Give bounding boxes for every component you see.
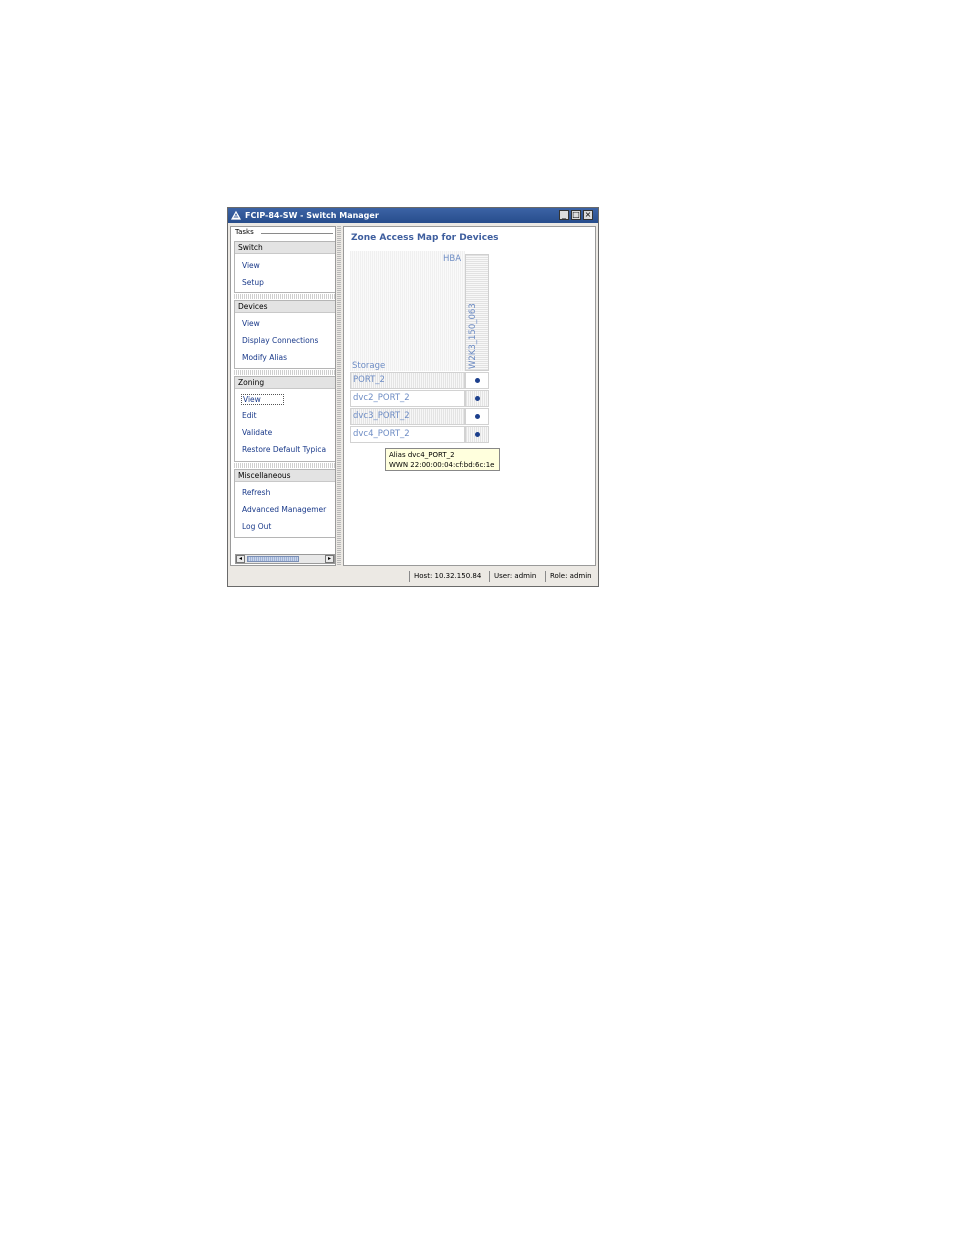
- storage-row-label[interactable]: dvc3_PORT_2: [350, 408, 465, 425]
- task-group-zoning: Zoning View Edit Validate Restore Defaul…: [234, 376, 335, 462]
- map-header-area: [350, 251, 465, 371]
- task-group-header-zoning[interactable]: Zoning: [235, 377, 335, 389]
- close-button[interactable]: ×: [583, 210, 593, 220]
- task-refresh[interactable]: Refresh: [242, 488, 270, 497]
- scroll-left-arrow-icon[interactable]: ◂: [236, 555, 245, 563]
- task-switch-view[interactable]: View: [242, 261, 260, 270]
- status-divider: [489, 571, 490, 582]
- hba-axis-label: HBA: [443, 254, 462, 264]
- status-role: Role: admin: [550, 572, 592, 580]
- title-bar[interactable]: FCIP-84-SW - Switch Manager _ □ ×: [228, 208, 598, 223]
- access-cell[interactable]: [465, 408, 489, 425]
- scrollbar-thumb[interactable]: [247, 556, 299, 562]
- task-group-devices: Devices View Display Connections Modify …: [234, 300, 335, 369]
- status-user: User: admin: [494, 572, 537, 580]
- task-group-switch: Switch View Setup: [234, 241, 335, 293]
- task-display-connections[interactable]: Display Connections: [242, 336, 318, 345]
- group-separator: [234, 294, 335, 299]
- access-cell[interactable]: [465, 426, 489, 443]
- storage-row-label[interactable]: dvc4_PORT_2: [350, 426, 465, 443]
- group-separator: [234, 463, 335, 468]
- tooltip-alias: Alias dvc4_PORT_2: [389, 451, 455, 459]
- task-zoning-view[interactable]: View: [241, 394, 284, 405]
- access-dot-icon: [475, 396, 480, 401]
- task-group-miscellaneous: Miscellaneous Refresh Advanced Managemer…: [234, 469, 335, 538]
- storage-row-label[interactable]: dvc2_PORT_2: [350, 390, 465, 407]
- switch-manager-window: FCIP-84-SW - Switch Manager _ □ × Tasks …: [227, 207, 599, 587]
- task-group-header-miscellaneous[interactable]: Miscellaneous: [235, 470, 335, 482]
- tooltip-wwn: WWN 22:00:00:04:cf:bd:6c:1e: [389, 461, 495, 469]
- task-zoning-validate[interactable]: Validate: [242, 428, 272, 437]
- panel-splitter[interactable]: [337, 226, 341, 566]
- task-log-out[interactable]: Log Out: [242, 522, 271, 531]
- task-restore-default[interactable]: Restore Default Typica: [242, 445, 326, 454]
- access-dot-icon: [475, 378, 480, 383]
- task-switch-setup[interactable]: Setup: [242, 278, 264, 287]
- tasks-panel: Tasks Switch View Setup Devices View Dis…: [230, 226, 336, 566]
- access-cell[interactable]: [465, 372, 489, 389]
- tasks-heading: Tasks: [235, 228, 256, 236]
- task-advanced-management[interactable]: Advanced Managemer: [242, 505, 326, 514]
- status-host: Host: 10.32.150.84: [414, 572, 482, 580]
- task-group-header-switch[interactable]: Switch: [235, 242, 335, 254]
- access-dot-icon: [475, 414, 480, 419]
- access-dot-icon: [475, 432, 480, 437]
- group-separator: [234, 370, 335, 375]
- storage-axis-label: Storage: [352, 361, 386, 371]
- status-bar: Host: 10.32.150.84 User: admin Role: adm…: [230, 568, 596, 584]
- maximize-button[interactable]: □: [571, 210, 581, 220]
- hba-column-header[interactable]: W2K3_150_063: [465, 254, 489, 371]
- scroll-right-arrow-icon[interactable]: ▸: [325, 555, 334, 563]
- access-cell[interactable]: [465, 390, 489, 407]
- task-devices-view[interactable]: View: [242, 319, 260, 328]
- app-logo-icon: [231, 210, 242, 220]
- tasks-divider: [261, 233, 333, 234]
- sidebar-horizontal-scrollbar[interactable]: ◂ ▸: [235, 554, 335, 564]
- zone-access-map-panel: Zone Access Map for Devices HBA Storage …: [343, 226, 596, 566]
- task-zoning-edit[interactable]: Edit: [242, 411, 257, 420]
- status-divider: [545, 571, 546, 582]
- task-modify-alias[interactable]: Modify Alias: [242, 353, 287, 362]
- page-title: Zone Access Map for Devices: [351, 233, 499, 243]
- task-group-header-devices[interactable]: Devices: [235, 301, 335, 313]
- device-tooltip: Alias dvc4_PORT_2 WWN 22:00:00:04:cf:bd:…: [385, 448, 500, 471]
- minimize-button[interactable]: _: [559, 210, 569, 220]
- status-divider: [409, 571, 410, 582]
- storage-row-label[interactable]: PORT_2: [350, 372, 465, 389]
- hba-column-label: W2K3_150_063: [468, 303, 478, 369]
- window-title: FCIP-84-SW - Switch Manager: [245, 211, 379, 220]
